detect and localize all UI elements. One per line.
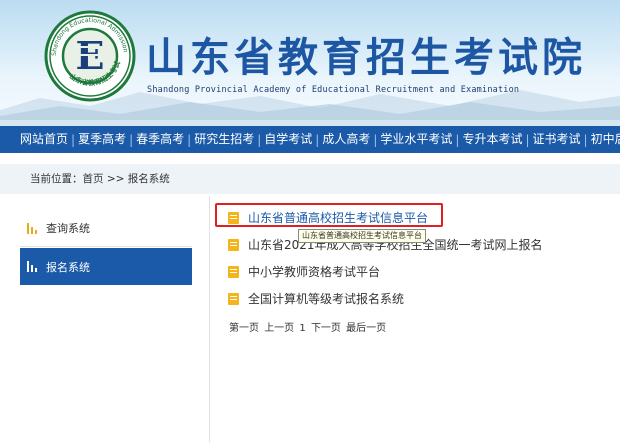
sidebar-item-label: 查询系统 — [46, 222, 90, 235]
pager-next[interactable]: 下一页 — [311, 323, 341, 334]
link-tooltip: 山东省普通高校招生考试信息平台 — [298, 229, 426, 243]
document-icon — [228, 211, 239, 224]
column-divider — [209, 196, 210, 442]
bar-chart-icon — [26, 261, 38, 272]
nav-item-upgrade-exam[interactable]: 专升本考试 — [459, 126, 525, 153]
list-item[interactable]: 山东省普通高校招生考试信息平台 — [228, 204, 620, 231]
pager-prev[interactable]: 上一页 — [264, 323, 294, 334]
site-title: 山东省教育招生考试院 — [146, 34, 586, 81]
site-subtitle: Shandong Provincial Academy of Education… — [147, 85, 520, 95]
sidebar: 查询系统 报名系统 — [20, 210, 192, 285]
sidebar-item-query[interactable]: 查询系统 — [20, 210, 192, 247]
nav-item-graduate-exam[interactable]: 研究生招考 — [191, 126, 257, 153]
nav-item-proficiency-exam[interactable]: 学业水平考试 — [377, 126, 455, 153]
nav-item-spring-gaokao[interactable]: 春季高考 — [133, 126, 187, 153]
pager-current: 1 — [299, 323, 306, 334]
page: Shandong Educational Admission & Examina… — [0, 0, 620, 442]
sidebar-item-registration[interactable]: 报名系统 — [20, 248, 192, 285]
pager-last[interactable]: 最后一页 — [346, 323, 386, 334]
link-computer-rank-exam[interactable]: 全国计算机等级考试报名系统 — [248, 290, 404, 307]
nav-item-home[interactable]: 网站首页 — [0, 126, 71, 153]
document-icon — [228, 238, 239, 251]
nav-item-post-junior[interactable]: 初中后高 — [588, 126, 620, 153]
main-nav: 网站首页 | 夏季高考 | 春季高考 | 研究生招考 | 自学考试 | 成人高考… — [0, 126, 620, 153]
sidebar-item-label: 报名系统 — [46, 260, 90, 274]
nav-item-adult-gaokao[interactable]: 成人高考 — [319, 126, 373, 153]
nav-item-self-study-exam[interactable]: 自学考试 — [261, 126, 315, 153]
pager-first[interactable]: 第一页 — [229, 323, 259, 334]
document-icon — [228, 292, 239, 305]
bar-chart-icon — [26, 222, 38, 234]
breadcrumb: 当前位置：首页 >> 报名系统 — [0, 164, 620, 194]
document-icon — [228, 265, 239, 278]
pagination: 第一页 上一页 1 下一页 最后一页 — [229, 319, 388, 334]
link-gaokao-info-platform[interactable]: 山东省普通高校招生考试信息平台 — [248, 209, 428, 226]
nav-item-certificate-exam[interactable]: 证书考试 — [530, 126, 584, 153]
list-item[interactable]: 中小学教师资格考试平台 — [228, 258, 620, 285]
academy-logo: Shandong Educational Admission & Examina… — [44, 10, 136, 102]
link-list: 山东省普通高校招生考试信息平台 山东省2021年成人高等学校招生全国统一考试网上… — [228, 204, 620, 312]
list-item[interactable]: 全国计算机等级考试报名系统 — [228, 285, 620, 312]
site-banner: Shandong Educational Admission & Examina… — [0, 0, 620, 126]
nav-item-summer-gaokao[interactable]: 夏季高考 — [75, 126, 129, 153]
link-teacher-qualification[interactable]: 中小学教师资格考试平台 — [248, 263, 380, 280]
